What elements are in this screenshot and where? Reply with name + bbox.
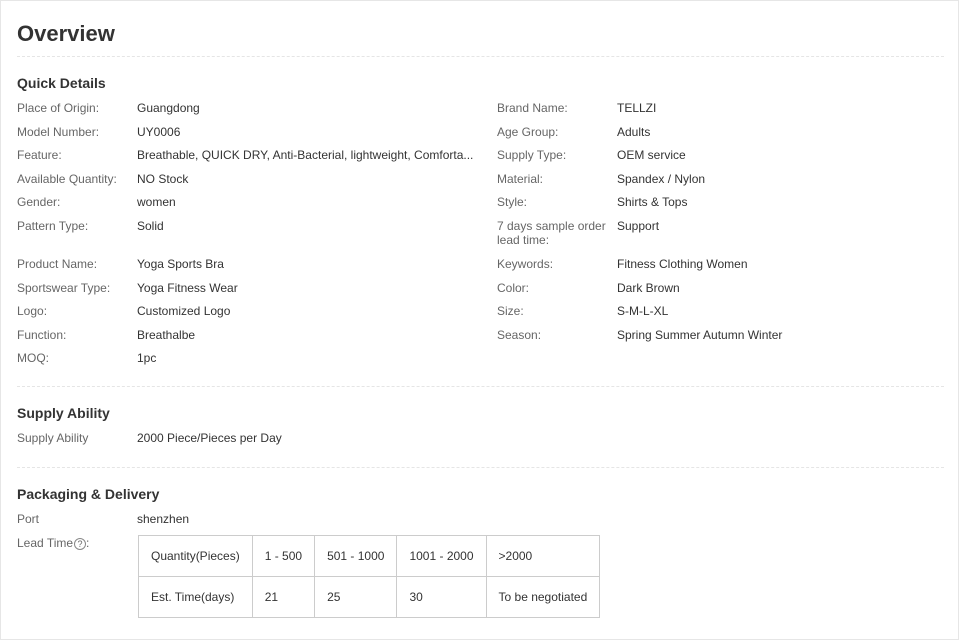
divider — [17, 386, 944, 387]
page-title: Overview — [17, 21, 115, 46]
lead-time-table: Quantity(Pieces) 1 - 500 501 - 1000 1001 - … — [138, 535, 601, 618]
quick-detail-label: Model Number: — [17, 125, 100, 139]
quick-detail-value: women — [137, 195, 176, 209]
quick-detail-label: Gender: — [17, 195, 61, 209]
quick-detail-label: MOQ: — [17, 351, 49, 365]
quick-detail-label: Size: — [497, 304, 524, 318]
quick-detail-value: S-M-L-XL — [617, 304, 669, 318]
quick-detail-value: Guangdong — [137, 101, 200, 115]
quick-detail-value: 1pc — [137, 351, 157, 365]
supply-ability-value: 2000 Piece/Pieces per Day — [137, 431, 282, 445]
lead-time-table-cell: To be negotiated — [485, 576, 601, 618]
port-label: Port — [17, 512, 40, 526]
quick-detail-label: Product Name: — [17, 257, 98, 271]
quick-detail-value: TELLZI — [617, 101, 657, 115]
quick-detail-label: Brand Name: — [497, 101, 568, 115]
port-value: shenzhen — [137, 512, 190, 526]
lead-time-table-cell: Est. Time(days) — [138, 576, 253, 618]
quick-detail-label: Color: — [497, 281, 530, 295]
divider — [17, 467, 944, 468]
quick-detail-value: Yoga Fitness Wear — [137, 281, 238, 295]
quick-detail-value: Support — [617, 219, 660, 233]
supply-ability-title: Supply Ability — [17, 405, 110, 421]
quick-detail-label: Logo: — [17, 304, 48, 318]
quick-detail-label: Function: — [17, 328, 67, 342]
quick-detail-label: Style: — [497, 195, 528, 209]
quick-detail-label: Sportswear Type: — [17, 281, 111, 295]
quick-detail-label: Keywords: — [497, 257, 554, 271]
quick-detail-label: Material: — [497, 172, 544, 186]
packaging-delivery-title: Packaging & Delivery — [17, 486, 160, 502]
lead-time-table-cell: 1001 - 2000 — [396, 535, 487, 577]
lead-time-table-row: Est. Time(days) 21 25 30 To be negotiated — [138, 576, 601, 618]
divider — [17, 56, 944, 57]
lead-time-table-cell: 501 - 1000 — [314, 535, 398, 577]
quick-detail-value: NO Stock — [137, 172, 189, 186]
quick-detail-value: Breathable, QUICK DRY, Anti-Bacterial, l… — [137, 148, 474, 162]
quick-detail-value: OEM service — [617, 148, 686, 162]
quick-detail-value: Spandex / Nylon — [617, 172, 706, 186]
quick-detail-label: 7 days sample order lead time: — [497, 219, 606, 247]
quick-detail-value: Spring Summer Autumn Winter — [617, 328, 783, 342]
quick-detail-label: Place of Origin: — [17, 101, 100, 115]
quick-detail-value: Dark Brown — [617, 281, 680, 295]
overview-panel: Overview Quick Details Place of Origin: G… — [0, 0, 959, 640]
lead-time-label-wrap: Lead Time?: — [17, 536, 90, 550]
quick-detail-label: Feature: — [17, 148, 62, 162]
quick-detail-value: Shirts & Tops — [617, 195, 688, 209]
quick-detail-value: Adults — [617, 125, 651, 139]
quick-detail-value: Fitness Clothing Women — [617, 257, 748, 271]
supply-ability-label: Supply Ability — [17, 431, 89, 445]
quick-detail-label: Pattern Type: — [17, 219, 89, 233]
lead-time-table-cell: 1 - 500 — [251, 535, 316, 577]
lead-time-table-cell: 25 — [314, 576, 398, 618]
lead-time-label: Lead Time — [17, 536, 74, 550]
quick-detail-value: UY0006 — [137, 125, 181, 139]
quick-detail-label: Season: — [497, 328, 542, 342]
lead-time-table-cell: 30 — [396, 576, 487, 618]
quick-detail-value: Solid — [137, 219, 164, 233]
quick-detail-value: Customized Logo — [137, 304, 231, 318]
lead-time-table-cell: Quantity(Pieces) — [138, 535, 253, 577]
quick-details-title: Quick Details — [17, 75, 106, 91]
quick-detail-label: Supply Type: — [497, 148, 567, 162]
lead-time-table-cell: 21 — [251, 576, 316, 618]
quick-detail-value: Yoga Sports Bra — [137, 257, 224, 271]
quick-detail-label: Available Quantity: — [17, 172, 117, 186]
lead-time-table-row: Quantity(Pieces) 1 - 500 501 - 1000 1001 - … — [138, 535, 601, 577]
lead-time-table-cell: >2000 — [485, 535, 601, 577]
quick-detail-label: Age Group: — [497, 125, 559, 139]
question-circle-icon[interactable]: ? — [74, 537, 87, 550]
quick-detail-value: Breathalbe — [137, 328, 196, 342]
